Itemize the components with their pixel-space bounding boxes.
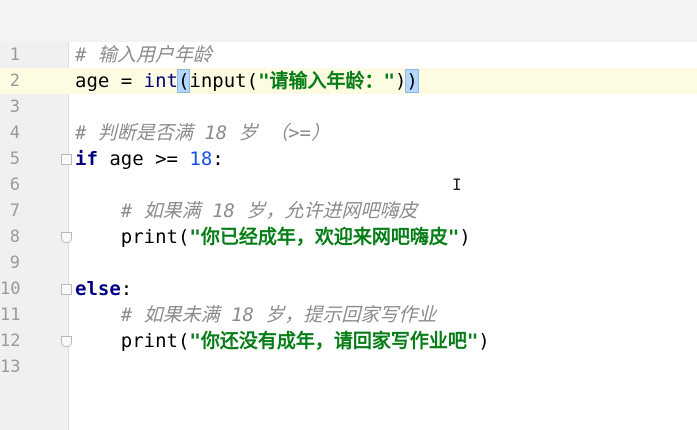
code-token: # 如果未满 18 岁，提示回家写作业 — [75, 304, 437, 326]
code-line[interactable]: 8 print("你已经成年，欢迎来网吧嗨皮") — [0, 224, 697, 250]
code-line[interactable]: 3 — [0, 94, 697, 120]
code-text: print("你还没有成年，请回家写作业吧") — [75, 328, 490, 354]
code-line[interactable]: 5 if age >= 18: — [0, 146, 697, 172]
code-token: input( — [189, 70, 259, 92]
code-text: else: — [75, 276, 132, 302]
code-line[interactable]: 7 # 如果满 18 岁，允许进网吧嗨皮 — [0, 198, 697, 224]
code-text: # 输入用户年龄 — [75, 42, 212, 68]
line-number: 10 — [0, 279, 21, 299]
code-token: # 判断是否满 18 岁 （>=） — [75, 122, 330, 144]
code-line[interactable]: 4 # 判断是否满 18 岁 （>=） — [0, 120, 697, 146]
code-text: # 如果满 18 岁，允许进网吧嗨皮 — [75, 198, 418, 224]
code-token: "你还没有成年，请回家写作业吧" — [189, 330, 479, 352]
code-token: # 输入用户年龄 — [75, 44, 212, 66]
code-token: ) — [405, 69, 419, 93]
line-number: 1 — [9, 45, 20, 65]
fold-marker-icon[interactable] — [61, 284, 72, 295]
code-token: 18 — [189, 148, 213, 170]
code-token: else — [75, 278, 121, 300]
code-text: age = int(input("请输入年龄：")) — [75, 68, 419, 94]
line-number: 9 — [9, 253, 20, 273]
code-token: ) — [459, 226, 471, 248]
fold-marker-icon[interactable] — [61, 154, 72, 165]
code-token: : — [120, 278, 133, 300]
code-token: ( — [176, 69, 191, 93]
code-text: # 如果未满 18 岁，提示回家写作业 — [75, 302, 437, 328]
editor-tab-bar — [0, 0, 697, 43]
text-cursor-icon: I — [452, 175, 462, 194]
code-line[interactable]: 6 — [0, 172, 697, 198]
code-text: print("你已经成年，欢迎来网吧嗨皮") — [75, 224, 471, 250]
code-line[interactable]: 9 — [0, 250, 697, 276]
line-number: 12 — [0, 331, 21, 351]
code-token: age >= — [97, 148, 190, 170]
fold-marker-icon[interactable] — [61, 232, 72, 243]
code-line[interactable]: 13 — [0, 354, 697, 380]
code-line[interactable]: 2 age = int(input("请输入年龄：")) — [0, 68, 697, 94]
code-token: print( — [75, 330, 190, 352]
line-number: 7 — [9, 201, 20, 221]
line-number: 8 — [9, 227, 20, 247]
code-token: "请输入年龄：" — [258, 70, 395, 92]
code-token: int — [143, 70, 178, 92]
code-token: "你已经成年，欢迎来网吧嗨皮" — [189, 226, 460, 248]
line-number: 13 — [0, 357, 21, 377]
code-line[interactable]: 10 else: — [0, 276, 697, 302]
line-number: 11 — [0, 305, 21, 325]
code-line[interactable]: 12 print("你还没有成年，请回家写作业吧") — [0, 328, 697, 354]
code-token: age = — [75, 70, 144, 92]
code-token: if — [75, 148, 98, 170]
line-number: 3 — [9, 97, 20, 117]
code-text: # 判断是否满 18 岁 （>=） — [75, 120, 330, 146]
code-token: ) — [394, 70, 407, 92]
line-number: 5 — [9, 149, 20, 169]
code-token: : — [212, 148, 224, 170]
code-text: if age >= 18: — [75, 146, 224, 172]
code-token: print( — [75, 226, 190, 248]
code-token: ) — [478, 330, 490, 352]
code-line[interactable]: 11 # 如果未满 18 岁，提示回家写作业 — [0, 302, 697, 328]
line-number: 2 — [9, 71, 20, 91]
line-number: 6 — [9, 175, 20, 195]
code-line[interactable]: 1 # 输入用户年龄 — [0, 42, 697, 68]
code-token: # 如果满 18 岁，允许进网吧嗨皮 — [75, 200, 418, 222]
fold-marker-icon[interactable] — [61, 336, 72, 347]
line-number: 4 — [9, 123, 20, 143]
